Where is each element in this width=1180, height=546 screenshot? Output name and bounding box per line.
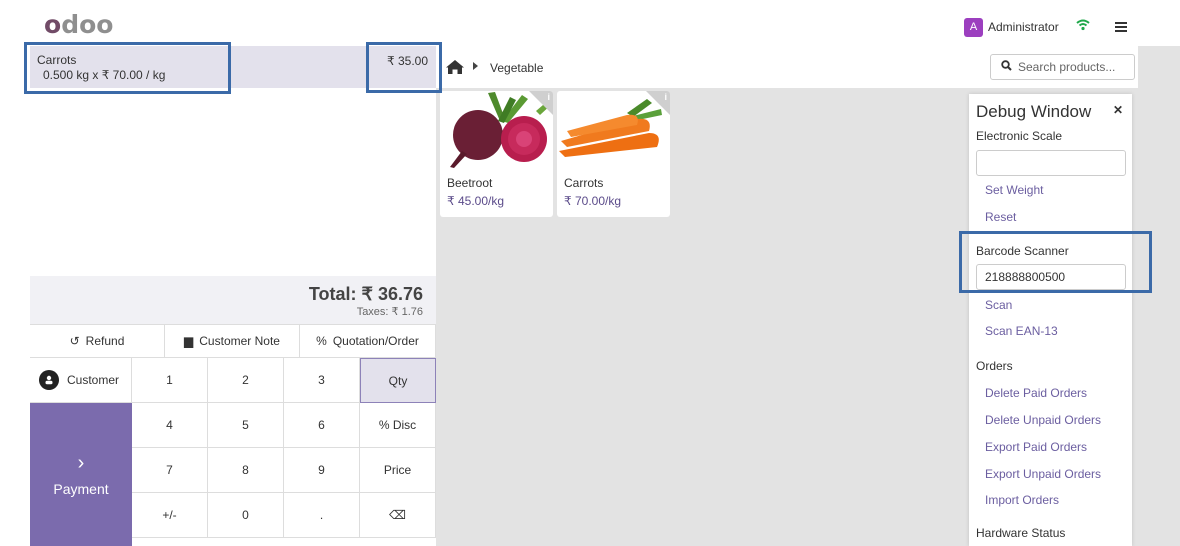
numpad-key-9[interactable]: 9 bbox=[284, 448, 360, 493]
order-panel: Carrots 0.500 kg x ₹ 70.00 / kg ₹ 35.00 … bbox=[30, 46, 436, 546]
numpad-key-5[interactable]: 5 bbox=[208, 403, 284, 448]
order-total: Total: ₹ 36.76 bbox=[308, 284, 423, 304]
refund-label: Refund bbox=[85, 334, 125, 348]
highlight-box-order-line bbox=[24, 42, 231, 94]
hardware-status-heading: Hardware Status bbox=[976, 526, 1066, 540]
import-orders-button[interactable]: Import Orders bbox=[985, 493, 1059, 507]
payment-button[interactable]: › Payment bbox=[30, 403, 132, 546]
numpad-price-button[interactable]: Price bbox=[360, 448, 436, 493]
user-icon bbox=[39, 370, 59, 390]
logo-letter: o bbox=[79, 10, 97, 39]
order-taxes: Taxes: ₹ 1.76 bbox=[356, 306, 423, 318]
breadcrumb-category[interactable]: Vegetable bbox=[490, 61, 543, 75]
scan-ean13-button[interactable]: Scan EAN-13 bbox=[985, 324, 1058, 338]
highlight-box-line-price bbox=[366, 42, 442, 93]
user-avatar: A bbox=[964, 17, 983, 37]
debug-window-title: Debug Window bbox=[976, 102, 1092, 121]
numpad-key-6[interactable]: 6 bbox=[284, 403, 360, 448]
note-icon: ▆ bbox=[184, 334, 194, 348]
numpad-discount-button[interactable]: % Disc bbox=[360, 403, 436, 448]
wifi-icon bbox=[1076, 19, 1090, 31]
numpad-key-4[interactable]: 4 bbox=[132, 403, 208, 448]
top-bar: odoo A Administrator bbox=[0, 0, 1180, 46]
breadcrumb-bar: Vegetable Search products... bbox=[436, 46, 1138, 88]
chevron-right-icon: › bbox=[77, 452, 85, 474]
numpad-qty-button[interactable]: Qty bbox=[360, 358, 436, 403]
highlight-box-barcode-scanner bbox=[959, 231, 1152, 293]
hamburger-menu-icon[interactable] bbox=[1115, 22, 1127, 32]
reset-button[interactable]: Reset bbox=[985, 210, 1016, 224]
product-card-carrots[interactable]: i Carrots ₹ 70.00/kg bbox=[557, 91, 670, 217]
product-card-beetroot[interactable]: i Beetroot ₹ 45.00/kg bbox=[440, 91, 553, 217]
export-paid-orders-button[interactable]: Export Paid Orders bbox=[985, 440, 1087, 454]
logo-letter: o bbox=[44, 10, 62, 39]
numpad-key-1[interactable]: 1 bbox=[132, 358, 208, 403]
search-icon bbox=[1001, 60, 1012, 74]
numpad-backspace-button[interactable]: ⌫ bbox=[360, 493, 436, 538]
set-weight-button[interactable]: Set Weight bbox=[985, 183, 1043, 197]
electronic-scale-heading: Electronic Scale bbox=[976, 129, 1063, 143]
quotation-label: Quotation/Order bbox=[332, 334, 419, 348]
info-icon[interactable]: i bbox=[547, 92, 550, 102]
product-name: Beetroot bbox=[447, 176, 493, 190]
logo-letter: o bbox=[96, 10, 114, 39]
product-price: ₹ 45.00/kg bbox=[447, 194, 505, 208]
close-icon[interactable]: ✕ bbox=[1113, 103, 1123, 117]
numpad-key-2[interactable]: 2 bbox=[208, 358, 284, 403]
undo-icon: ↺ bbox=[69, 334, 80, 348]
home-icon[interactable] bbox=[445, 59, 465, 75]
odoo-logo: odoo bbox=[44, 10, 113, 39]
orders-heading: Orders bbox=[976, 359, 1013, 373]
weight-input[interactable] bbox=[976, 150, 1126, 176]
user-menu[interactable]: A Administrator bbox=[964, 17, 1059, 37]
export-unpaid-orders-button[interactable]: Export Unpaid Orders bbox=[985, 467, 1101, 481]
percent-icon: % bbox=[316, 334, 327, 348]
quotation-order-button[interactable]: % Quotation/Order bbox=[300, 324, 436, 358]
numpad-decimal[interactable]: . bbox=[284, 493, 360, 538]
delete-paid-orders-button[interactable]: Delete Paid Orders bbox=[985, 386, 1087, 400]
numpad-key-8[interactable]: 8 bbox=[208, 448, 284, 493]
customer-button[interactable]: Customer bbox=[30, 358, 132, 403]
customer-note-label: Customer Note bbox=[199, 334, 280, 348]
numpad-key-0[interactable]: 0 bbox=[208, 493, 284, 538]
payment-label: Payment bbox=[53, 481, 109, 497]
info-icon[interactable]: i bbox=[664, 92, 667, 102]
numpad-plus-minus[interactable]: +/- bbox=[132, 493, 208, 538]
search-products-input[interactable]: Search products... bbox=[990, 54, 1135, 80]
numpad-key-3[interactable]: 3 bbox=[284, 358, 360, 403]
product-price: ₹ 70.00/kg bbox=[564, 194, 622, 208]
customer-note-button[interactable]: ▆ Customer Note bbox=[165, 324, 300, 358]
refund-button[interactable]: ↺ Refund bbox=[30, 324, 165, 358]
debug-window: Debug Window ✕ Electronic Scale Set Weig… bbox=[969, 94, 1132, 546]
user-name: Administrator bbox=[988, 20, 1059, 34]
scan-button[interactable]: Scan bbox=[985, 298, 1012, 312]
delete-unpaid-orders-button[interactable]: Delete Unpaid Orders bbox=[985, 413, 1101, 427]
logo-letter: d bbox=[61, 10, 80, 39]
order-summary: Total: ₹ 36.76 Taxes: ₹ 1.76 bbox=[30, 276, 436, 324]
numpad-key-7[interactable]: 7 bbox=[132, 448, 208, 493]
search-placeholder: Search products... bbox=[1018, 60, 1116, 74]
customer-label: Customer bbox=[67, 373, 120, 387]
product-name: Carrots bbox=[564, 176, 604, 190]
breadcrumb-arrow-icon bbox=[473, 62, 478, 70]
